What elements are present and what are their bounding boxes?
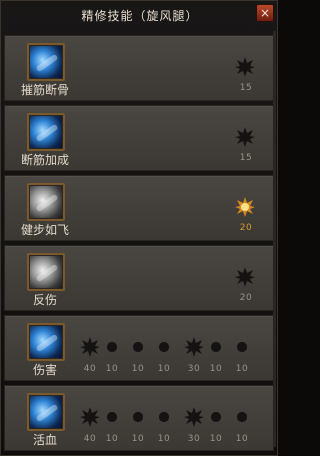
refine-node-small[interactable] [157,340,171,354]
gray-skill-icon[interactable] [27,183,65,221]
skill-row-1: 摧筋断骨 15 [4,35,274,101]
node-value: 10 [235,434,249,444]
node-value: 40 [83,434,97,444]
refine-node[interactable] [234,126,256,148]
node-value: 10 [157,434,171,444]
refine-skill-window: 精修技能（旋风腿） × 摧筋断骨 15 断筋加成 15 健步如飞 20 反伤 2… [0,0,278,456]
refine-node-large[interactable] [183,336,205,358]
node-value: 20 [239,223,253,233]
skill-row-4: 反伤 20 [4,245,274,311]
node-value: 10 [131,434,145,444]
refine-node-small[interactable] [131,340,145,354]
skill-label: 反伤 [32,293,57,307]
node-value: 10 [235,364,249,374]
blue-skill-icon[interactable] [27,43,65,81]
node-value: 10 [131,364,145,374]
node-value: 40 [83,364,97,374]
refine-node-large[interactable] [183,406,205,428]
blue-skill-icon[interactable] [27,393,65,431]
refine-node[interactable] [234,56,256,78]
skill-label: 摧筋断骨 [20,83,69,97]
blue-skill-icon[interactable] [27,323,65,361]
refine-node-small[interactable] [105,410,119,424]
skill-row-5: 伤害 40 10 10 10 30 10 10 [4,315,274,381]
skill-row-6: 活血 40 10 10 10 30 10 10 [4,385,274,451]
node-value: 10 [105,364,119,374]
blue-skill-icon[interactable] [27,113,65,151]
refine-node-small[interactable] [209,340,223,354]
refine-node-active[interactable] [234,196,256,218]
node-value: 20 [239,293,253,303]
node-value: 15 [239,153,253,163]
refine-node-small[interactable] [157,410,171,424]
refine-node-small[interactable] [105,340,119,354]
skill-label: 健步如飞 [20,223,69,237]
refine-node-small[interactable] [209,410,223,424]
skill-row-3: 健步如飞 20 [4,175,274,241]
node-value: 30 [187,364,201,374]
node-value: 10 [209,364,223,374]
node-value: 10 [105,434,119,444]
node-value: 30 [187,434,201,444]
refine-node-small[interactable] [131,410,145,424]
node-value: 10 [209,434,223,444]
refine-node-large[interactable] [79,336,101,358]
refine-node[interactable] [234,266,256,288]
refine-node-small[interactable] [235,410,249,424]
refine-node-small[interactable] [235,340,249,354]
node-value: 15 [239,83,253,93]
skill-row-2: 断筋加成 15 [4,105,274,171]
window-title: 精修技能（旋风腿） [81,9,199,23]
skill-label: 活血 [32,433,57,447]
node-value: 10 [157,364,171,374]
skill-label: 伤害 [32,363,57,377]
gray-skill-icon[interactable] [27,253,65,291]
skill-label: 断筋加成 [20,153,69,167]
refine-node-large[interactable] [79,406,101,428]
close-button[interactable]: × [256,4,274,22]
